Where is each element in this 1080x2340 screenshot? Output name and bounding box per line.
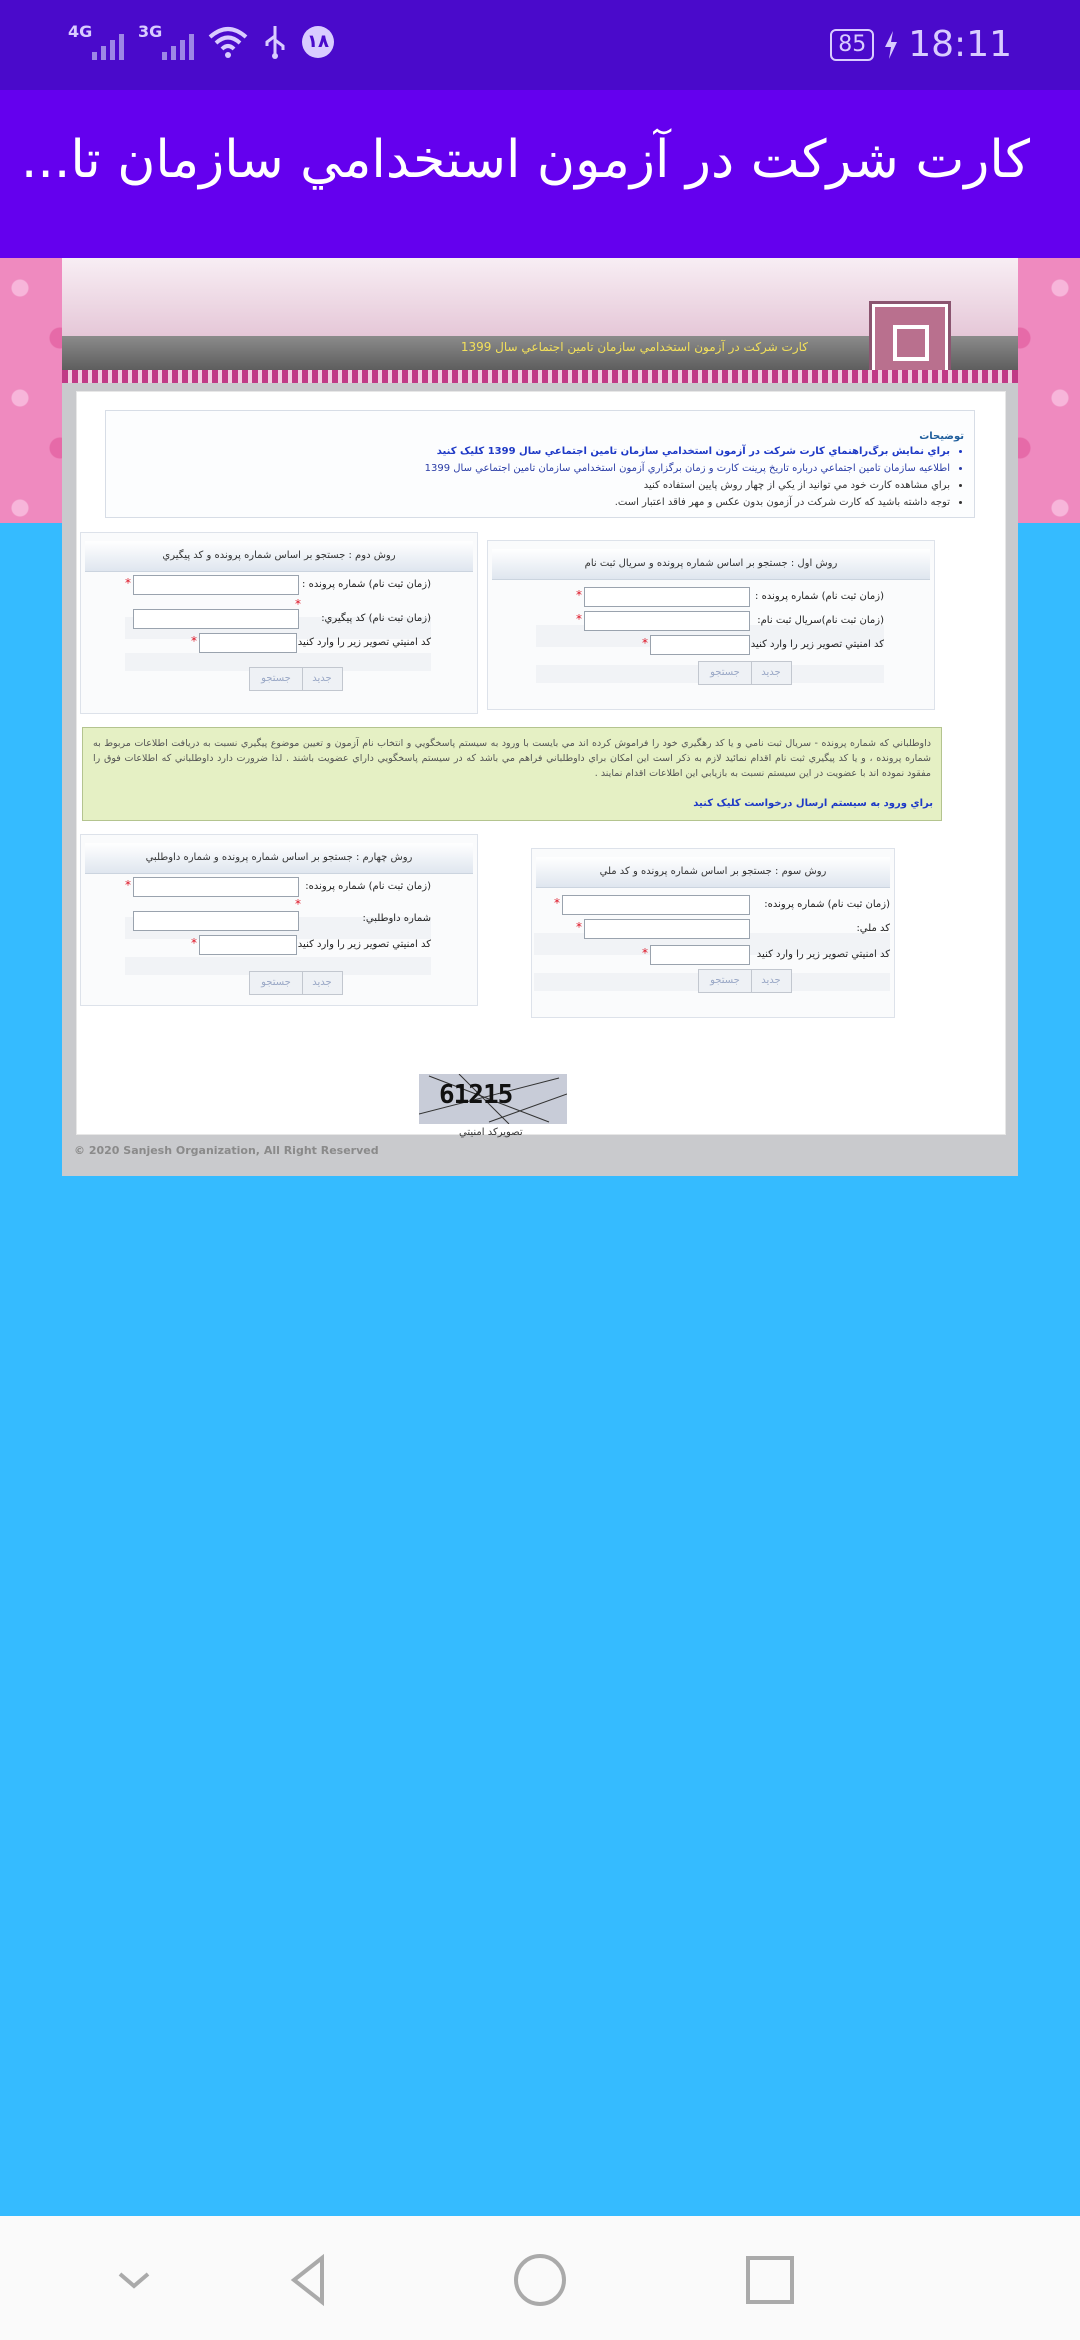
description-title: توضيحات	[919, 431, 964, 442]
page-title: کارت شرکت در آزمون استخدامي سازمان تا...	[20, 130, 1030, 190]
captcha-image: 61215	[419, 1074, 567, 1124]
usb-icon	[265, 26, 285, 59]
recents-icon[interactable]	[742, 2252, 798, 2308]
captcha-label: کد امنيتي تصوير زير را وارد کنيد	[750, 639, 884, 650]
captcha-caption: تصويرکد امنيتي	[459, 1127, 523, 1138]
new-captcha-button[interactable]: جديد	[750, 661, 792, 685]
signal-4g-icon: 4G	[68, 22, 124, 60]
status-bar: 4G 3G ۱۸ 85 18:11	[0, 0, 1080, 90]
captcha-label: کد امنيتي تصوير زير را وارد کنيد	[297, 637, 431, 648]
file-number-input[interactable]	[133, 575, 299, 595]
file-number-label: (زمان ثبت نام) شماره پرونده :	[302, 579, 431, 590]
status-right: 85 18:11	[830, 24, 1012, 65]
file-number-label: (زمان ثبت نام) شماره پرونده:	[764, 899, 890, 910]
clock: 18:11	[908, 24, 1012, 65]
content-panel: توضيحات براي نمايش برگ‌راهنماي کارت شرکت…	[76, 391, 1006, 1138]
captcha-label: کد امنيتي تصوير زير را وارد کنيد	[297, 939, 431, 950]
national-code-label: کد ملي:	[856, 923, 890, 934]
new-captcha-button[interactable]: جديد	[301, 971, 343, 995]
announcement-link[interactable]: اطلاعيه سازمان تامين اجتماعي درباره تاري…	[425, 462, 950, 475]
description-item: توجه داشته باشيد که کارت شرکت در آزمون ب…	[425, 496, 950, 509]
registration-serial-input[interactable]	[584, 611, 750, 631]
method-four-box: روش چهارم : جستجو بر اساس شماره پرونده و…	[80, 834, 478, 1006]
method-one-title: روش اول : جستجو بر اساس شماره پرونده و س…	[492, 549, 930, 580]
search-button[interactable]: جستجو	[249, 667, 303, 691]
method-two-title: روش دوم : جستجو بر اساس شماره پرونده و ک…	[85, 541, 473, 572]
file-number-input[interactable]	[562, 895, 750, 915]
collapse-chevron-icon[interactable]	[106, 2252, 162, 2308]
request-system-link[interactable]: براي ورود به سيستم ارسال درخواست کليک کن…	[693, 798, 933, 809]
guide-link[interactable]: براي نمايش برگ‌راهنماي کارت شرکت در آزمو…	[425, 445, 950, 458]
method-three-title: روش سوم : جستجو بر اساس شماره پرونده و ک…	[536, 857, 890, 888]
back-icon[interactable]	[282, 2252, 338, 2308]
search-button[interactable]: جستجو	[698, 661, 752, 685]
site-banner: کارت شرکت در آزمون استخدامي سازمان تامين…	[62, 258, 1018, 383]
method-one-box: روش اول : جستجو بر اساس شماره پرونده و س…	[487, 540, 935, 710]
description-list: براي نمايش برگ‌راهنماي کارت شرکت در آزمو…	[425, 445, 964, 513]
search-button[interactable]: جستجو	[698, 969, 752, 993]
app-header: کارت شرکت در آزمون استخدامي سازمان تا...	[0, 90, 1080, 258]
notice-box: داوطلباني که شماره پرونده - سريال ثبت نا…	[82, 727, 942, 821]
banner-text: کارت شرکت در آزمون استخدامي سازمان تامين…	[460, 340, 808, 354]
charging-bolt-icon	[885, 30, 898, 59]
new-captcha-button[interactable]: جديد	[750, 969, 792, 993]
new-captcha-button[interactable]: جديد	[301, 667, 343, 691]
captcha-input[interactable]	[199, 633, 297, 653]
notification-badge: ۱۸	[302, 26, 334, 58]
file-number-label: (زمان ثبت نام) شماره پرونده:	[305, 881, 431, 892]
signal-3g-icon: 3G	[138, 22, 194, 60]
notice-text: داوطلباني که شماره پرونده - سريال ثبت نا…	[93, 738, 931, 779]
registration-serial-label: (زمان ثبت نام)سريال ثبت نام:	[757, 615, 884, 626]
tracking-code-label: (زمان ثبت نام) کد پيگيري:	[321, 613, 431, 624]
status-icons: 4G 3G ۱۸	[68, 22, 334, 60]
file-number-label: (زمان ثبت نام) شماره پرونده :	[755, 591, 884, 602]
footer-copyright: © 2020 Sanjesh Organization, All Right R…	[74, 1144, 379, 1157]
captcha-input[interactable]	[650, 945, 750, 965]
captcha-input[interactable]	[650, 635, 750, 655]
file-number-input[interactable]	[133, 877, 299, 897]
battery-indicator: 85	[830, 28, 875, 61]
organization-logo-icon	[872, 304, 948, 380]
navigation-bar	[0, 2216, 1080, 2340]
file-number-input[interactable]	[584, 587, 750, 607]
webpage-image: کارت شرکت در آزمون استخدامي سازمان تامين…	[62, 258, 1018, 1176]
method-three-box: روش سوم : جستجو بر اساس شماره پرونده و ک…	[531, 848, 895, 1018]
description-box: توضيحات براي نمايش برگ‌راهنماي کارت شرکت…	[105, 410, 975, 518]
description-item: براي مشاهده کارت خود مي توانيد از يکي از…	[425, 479, 950, 492]
captcha-input[interactable]	[199, 935, 297, 955]
captcha-text: 61215	[439, 1080, 513, 1110]
captcha-label: کد امنيتي تصوير زير را وارد کنيد	[756, 949, 890, 960]
candidate-number-input[interactable]	[133, 911, 299, 931]
home-icon[interactable]	[512, 2252, 568, 2308]
method-two-box: روش دوم : جستجو بر اساس شماره پرونده و ک…	[80, 532, 478, 714]
search-button[interactable]: جستجو	[249, 971, 303, 995]
national-code-input[interactable]	[584, 919, 750, 939]
wifi-icon	[208, 27, 248, 58]
banner-border	[62, 370, 1018, 383]
candidate-number-label: شماره داوطلبي:	[362, 913, 431, 924]
method-four-title: روش چهارم : جستجو بر اساس شماره پرونده و…	[85, 843, 473, 874]
tracking-code-input[interactable]	[133, 609, 299, 629]
